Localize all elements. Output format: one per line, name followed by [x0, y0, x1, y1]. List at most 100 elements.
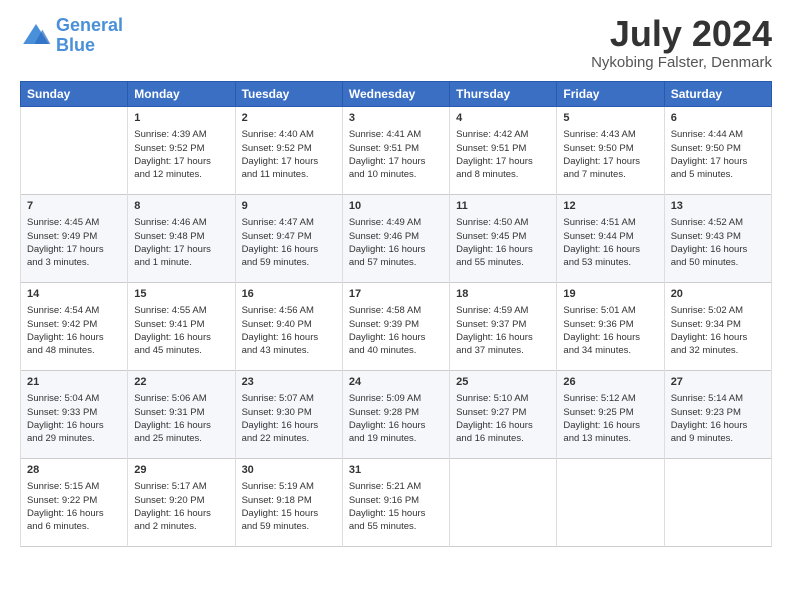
cell-text-line: Daylight: 16 hours	[563, 243, 657, 256]
cell-text-line: Daylight: 17 hours	[671, 155, 765, 168]
cell-5-1: 28Sunrise: 5:15 AMSunset: 9:22 PMDayligh…	[21, 459, 128, 547]
cell-text-line: Sunrise: 4:44 AM	[671, 128, 765, 141]
header-day-tuesday: Tuesday	[235, 82, 342, 107]
cell-text-line: Sunrise: 4:40 AM	[242, 128, 336, 141]
cell-text-line: Sunset: 9:27 PM	[456, 406, 550, 419]
cell-4-3: 23Sunrise: 5:07 AMSunset: 9:30 PMDayligh…	[235, 371, 342, 459]
week-row-2: 7Sunrise: 4:45 AMSunset: 9:49 PMDaylight…	[21, 195, 772, 283]
cell-text-line: and 25 minutes.	[134, 432, 228, 445]
cell-text-line: Daylight: 17 hours	[563, 155, 657, 168]
day-number: 19	[563, 287, 657, 302]
cell-text-line: and 11 minutes.	[242, 168, 336, 181]
cell-5-7	[664, 459, 771, 547]
cell-text-line: Daylight: 16 hours	[242, 419, 336, 432]
header: General Blue July 2024 Nykobing Falster,…	[20, 16, 772, 71]
cell-text-line: Daylight: 16 hours	[349, 243, 443, 256]
cell-text-line: Daylight: 17 hours	[456, 155, 550, 168]
cell-text-line: Sunrise: 4:49 AM	[349, 216, 443, 229]
cell-text-line: Sunrise: 4:45 AM	[27, 216, 121, 229]
cell-text-line: Sunrise: 5:12 AM	[563, 392, 657, 405]
cell-text-line: Daylight: 16 hours	[349, 419, 443, 432]
cell-text-line: and 16 minutes.	[456, 432, 550, 445]
cell-1-4: 3Sunrise: 4:41 AMSunset: 9:51 PMDaylight…	[342, 107, 449, 195]
cell-text-line: Sunset: 9:36 PM	[563, 318, 657, 331]
cell-3-1: 14Sunrise: 4:54 AMSunset: 9:42 PMDayligh…	[21, 283, 128, 371]
cell-text-line: Sunrise: 4:43 AM	[563, 128, 657, 141]
cell-text-line: Daylight: 15 hours	[242, 507, 336, 520]
cell-text-line: Sunset: 9:50 PM	[671, 142, 765, 155]
day-number: 5	[563, 111, 657, 126]
cell-1-5: 4Sunrise: 4:42 AMSunset: 9:51 PMDaylight…	[450, 107, 557, 195]
header-day-saturday: Saturday	[664, 82, 771, 107]
cell-text-line: Daylight: 16 hours	[134, 507, 228, 520]
page: General Blue July 2024 Nykobing Falster,…	[0, 0, 792, 612]
cell-text-line: Sunrise: 4:46 AM	[134, 216, 228, 229]
cell-5-5	[450, 459, 557, 547]
cell-text-line: Daylight: 15 hours	[349, 507, 443, 520]
cell-text-line: Sunrise: 4:50 AM	[456, 216, 550, 229]
cell-text-line: and 43 minutes.	[242, 344, 336, 357]
cell-text-line: Sunrise: 5:21 AM	[349, 480, 443, 493]
cell-5-4: 31Sunrise: 5:21 AMSunset: 9:16 PMDayligh…	[342, 459, 449, 547]
cell-text-line: and 45 minutes.	[134, 344, 228, 357]
day-number: 26	[563, 375, 657, 390]
day-number: 16	[242, 287, 336, 302]
day-number: 21	[27, 375, 121, 390]
cell-text-line: and 9 minutes.	[671, 432, 765, 445]
cell-text-line: and 40 minutes.	[349, 344, 443, 357]
cell-text-line: Daylight: 16 hours	[27, 331, 121, 344]
cell-1-1	[21, 107, 128, 195]
cell-2-7: 13Sunrise: 4:52 AMSunset: 9:43 PMDayligh…	[664, 195, 771, 283]
day-number: 18	[456, 287, 550, 302]
cell-3-5: 18Sunrise: 4:59 AMSunset: 9:37 PMDayligh…	[450, 283, 557, 371]
cell-text-line: Sunset: 9:42 PM	[27, 318, 121, 331]
cell-text-line: Sunset: 9:34 PM	[671, 318, 765, 331]
logo: General Blue	[20, 16, 123, 56]
cell-text-line: and 6 minutes.	[27, 520, 121, 533]
cell-text-line: Sunset: 9:20 PM	[134, 494, 228, 507]
cell-text-line: Sunrise: 5:01 AM	[563, 304, 657, 317]
cell-text-line: Daylight: 17 hours	[134, 155, 228, 168]
cell-text-line: and 19 minutes.	[349, 432, 443, 445]
cell-text-line: Sunset: 9:33 PM	[27, 406, 121, 419]
cell-text-line: and 8 minutes.	[456, 168, 550, 181]
cell-text-line: Daylight: 16 hours	[456, 331, 550, 344]
cell-text-line: Sunset: 9:52 PM	[242, 142, 336, 155]
cell-text-line: Sunset: 9:49 PM	[27, 230, 121, 243]
cell-text-line: Sunrise: 4:47 AM	[242, 216, 336, 229]
header-day-wednesday: Wednesday	[342, 82, 449, 107]
cell-text-line: Daylight: 16 hours	[563, 331, 657, 344]
day-number: 23	[242, 375, 336, 390]
cell-text-line: Daylight: 16 hours	[134, 331, 228, 344]
cell-text-line: Daylight: 17 hours	[27, 243, 121, 256]
week-row-3: 14Sunrise: 4:54 AMSunset: 9:42 PMDayligh…	[21, 283, 772, 371]
cell-text-line: Sunrise: 4:52 AM	[671, 216, 765, 229]
day-number: 1	[134, 111, 228, 126]
cell-text-line: Sunrise: 4:58 AM	[349, 304, 443, 317]
calendar-table: SundayMondayTuesdayWednesdayThursdayFrid…	[20, 81, 772, 547]
cell-text-line: Daylight: 16 hours	[671, 243, 765, 256]
cell-text-line: Sunrise: 4:51 AM	[563, 216, 657, 229]
cell-text-line: Daylight: 16 hours	[134, 419, 228, 432]
cell-text-line: Sunset: 9:37 PM	[456, 318, 550, 331]
cell-text-line: Sunset: 9:31 PM	[134, 406, 228, 419]
cell-text-line: and 29 minutes.	[27, 432, 121, 445]
cell-text-line: and 1 minute.	[134, 256, 228, 269]
day-number: 17	[349, 287, 443, 302]
cell-text-line: Sunset: 9:25 PM	[563, 406, 657, 419]
cell-text-line: Sunset: 9:23 PM	[671, 406, 765, 419]
cell-text-line: Sunrise: 4:39 AM	[134, 128, 228, 141]
day-number: 24	[349, 375, 443, 390]
cell-text-line: Daylight: 16 hours	[563, 419, 657, 432]
cell-1-6: 5Sunrise: 4:43 AMSunset: 9:50 PMDaylight…	[557, 107, 664, 195]
cell-text-line: Sunset: 9:45 PM	[456, 230, 550, 243]
cell-text-line: Sunset: 9:16 PM	[349, 494, 443, 507]
cell-text-line: Daylight: 16 hours	[27, 507, 121, 520]
cell-text-line: Sunrise: 4:55 AM	[134, 304, 228, 317]
cell-text-line: Daylight: 17 hours	[242, 155, 336, 168]
cell-text-line: and 10 minutes.	[349, 168, 443, 181]
cell-text-line: and 7 minutes.	[563, 168, 657, 181]
cell-text-line: and 12 minutes.	[134, 168, 228, 181]
cell-text-line: Daylight: 16 hours	[242, 331, 336, 344]
cell-1-7: 6Sunrise: 4:44 AMSunset: 9:50 PMDaylight…	[664, 107, 771, 195]
